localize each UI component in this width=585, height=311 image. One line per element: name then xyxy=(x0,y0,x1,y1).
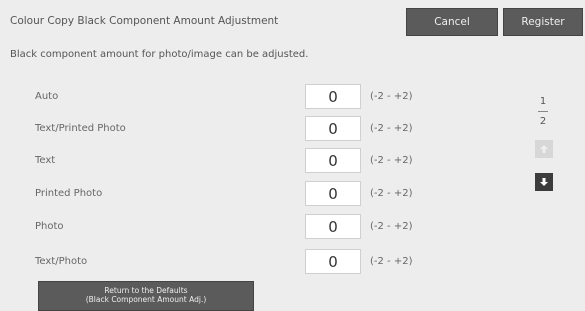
reset-button-line1: Return to the Defaults xyxy=(104,286,188,295)
row-label: Auto xyxy=(35,91,59,102)
page-down-button[interactable] xyxy=(535,173,553,191)
page-title: Colour Copy Black Component Amount Adjus… xyxy=(10,15,279,27)
row-label: Text xyxy=(35,155,56,166)
setting-row-printed-photo: Printed Photo 0 (-2 - +2) xyxy=(0,181,450,207)
value-field-photo[interactable]: 0 xyxy=(305,214,361,239)
range-text: (-2 - +2) xyxy=(370,256,413,267)
range-text: (-2 - +2) xyxy=(370,155,413,166)
range-text: (-2 - +2) xyxy=(370,123,413,134)
description-text: Black component amount for photo/image c… xyxy=(10,49,309,60)
setting-row-auto: Auto 0 (-2 - +2) xyxy=(0,84,450,110)
register-button[interactable]: Register xyxy=(503,8,583,36)
row-label: Text/Photo xyxy=(35,256,88,267)
page-up-button[interactable] xyxy=(535,140,553,158)
row-label: Text/Printed Photo xyxy=(35,123,126,134)
value-field-text-printed-photo[interactable]: 0 xyxy=(305,116,361,141)
row-label: Printed Photo xyxy=(35,188,103,199)
total-pages: 2 xyxy=(539,116,547,127)
arrow-up-icon xyxy=(540,145,548,153)
setting-row-text-printed-photo: Text/Printed Photo 0 (-2 - +2) xyxy=(0,116,450,142)
value-field-auto[interactable]: 0 xyxy=(305,84,361,109)
row-label: Photo xyxy=(35,221,64,232)
range-text: (-2 - +2) xyxy=(370,188,413,199)
setting-row-photo: Photo 0 (-2 - +2) xyxy=(0,214,450,240)
value-field-text[interactable]: 0 xyxy=(305,148,361,173)
range-text: (-2 - +2) xyxy=(370,221,413,232)
setting-row-text: Text 0 (-2 - +2) xyxy=(0,148,450,174)
value-field-text-photo[interactable]: 0 xyxy=(305,249,361,274)
setting-row-text-photo: Text/Photo 0 (-2 - +2) xyxy=(0,249,450,275)
page-divider xyxy=(538,111,548,112)
current-page: 1 xyxy=(539,96,547,107)
reset-button-line2: (Black Component Amount Adj.) xyxy=(85,295,207,304)
page-indicator: 1 2 xyxy=(533,96,553,127)
range-text: (-2 - +2) xyxy=(370,91,413,102)
cancel-button[interactable]: Cancel xyxy=(406,8,498,36)
value-field-printed-photo[interactable]: 0 xyxy=(305,181,361,206)
arrow-down-icon xyxy=(540,178,548,186)
